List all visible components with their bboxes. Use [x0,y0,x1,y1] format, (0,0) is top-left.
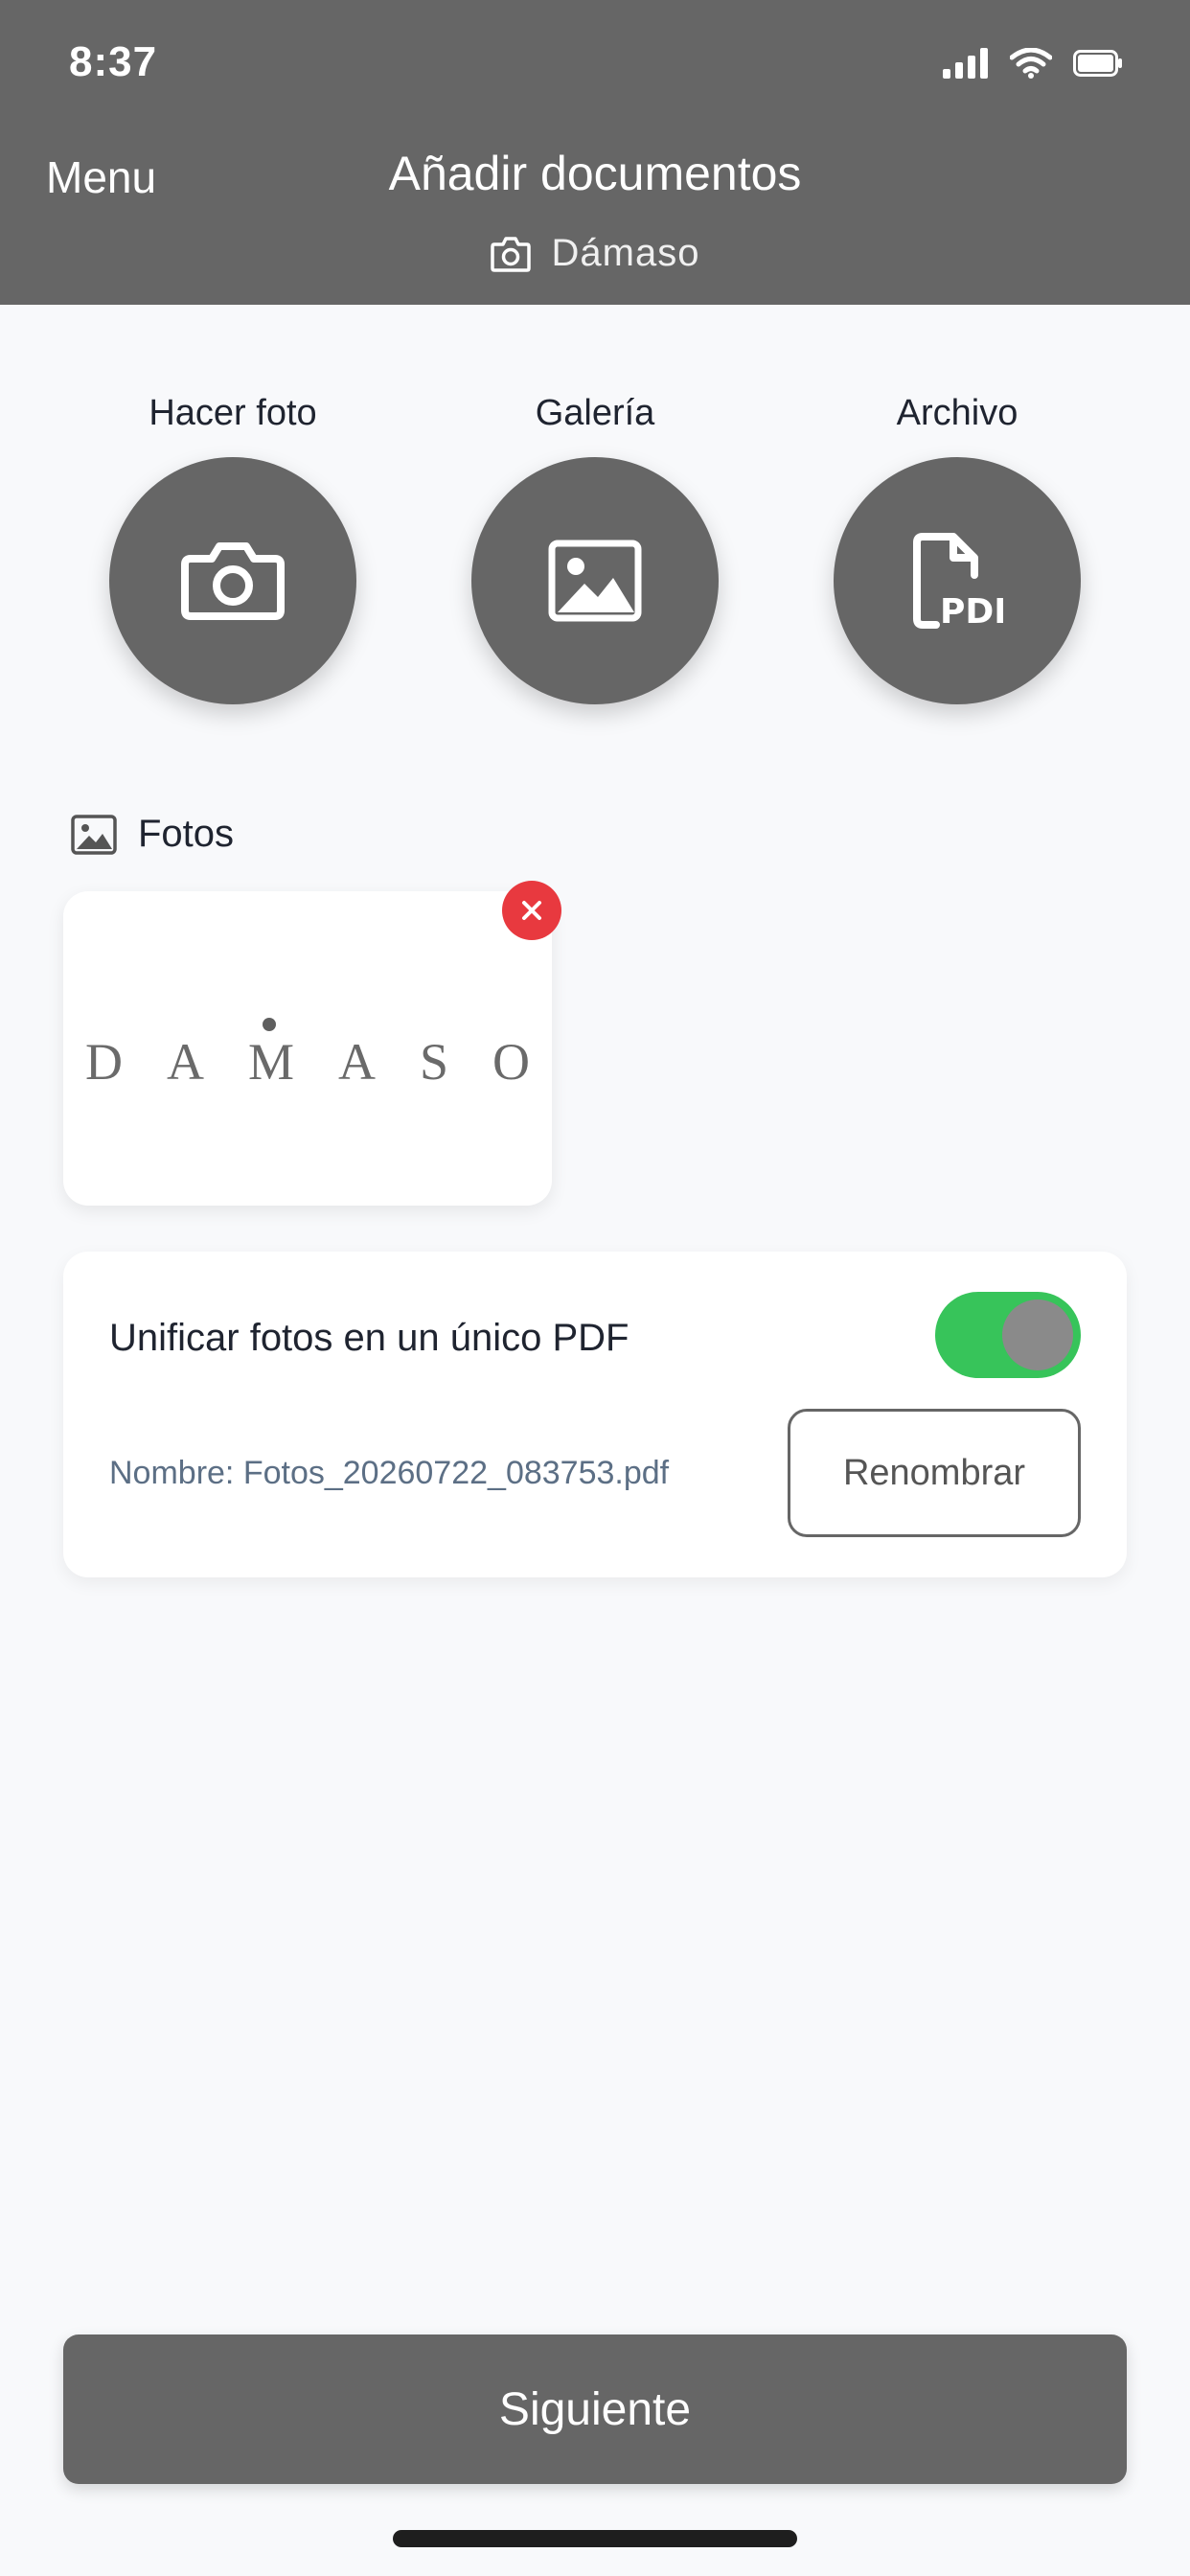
signal-icon [943,48,988,79]
camera-icon [181,542,285,620]
image-icon [548,540,642,622]
unify-pdf-toggle[interactable] [935,1292,1081,1378]
file-button[interactable]: PDF [834,457,1081,704]
gallery-button[interactable] [471,457,719,704]
file-action: Archivo PDF [833,393,1082,704]
battery-icon [1073,50,1122,77]
rename-button[interactable]: Renombrar [788,1409,1081,1537]
svg-text:PDF: PDF [940,592,1003,629]
next-button[interactable]: Siguiente [63,2334,1127,2484]
wifi-icon [1010,48,1052,79]
status-time: 8:37 [69,38,158,85]
damaso-logo: DAMASO [84,1033,575,1091]
gallery-label: Galería [535,393,655,433]
image-icon [71,814,117,855]
pdf-file-icon: PDF [913,533,1003,629]
pdf-name-label: Nombre: Fotos_20260722_083753.pdf [109,1455,670,1491]
photos-title-text: Fotos [138,813,235,855]
page-subtitle: Dámaso [0,232,1190,275]
photos-section-title: Fotos [71,813,234,856]
page-title: Añadir documentos [388,147,802,200]
remove-photo-button[interactable] [502,881,561,940]
camera-icon [490,236,531,272]
take-photo-button[interactable] [109,457,356,704]
take-photo-label: Hacer foto [149,393,317,433]
pdf-options-card: Unificar fotos en un único PDF Nombre: F… [63,1252,1127,1577]
gallery-action: Galería [470,393,720,704]
close-icon [522,901,541,920]
take-photo-action: Hacer foto [108,393,357,704]
toggle-knob [1002,1300,1073,1370]
subtitle-text: Dámaso [551,232,700,274]
status-icons [943,48,1123,79]
file-label: Archivo [896,393,1018,433]
home-indicator [393,2530,797,2547]
header: 8:37 Menu Añadir documentos Dámaso [0,0,1190,305]
photo-thumbnail[interactable]: DAMASO [63,891,552,1206]
unify-pdf-label: Unificar fotos en un único PDF [109,1317,629,1359]
logo-dot [263,1018,276,1031]
